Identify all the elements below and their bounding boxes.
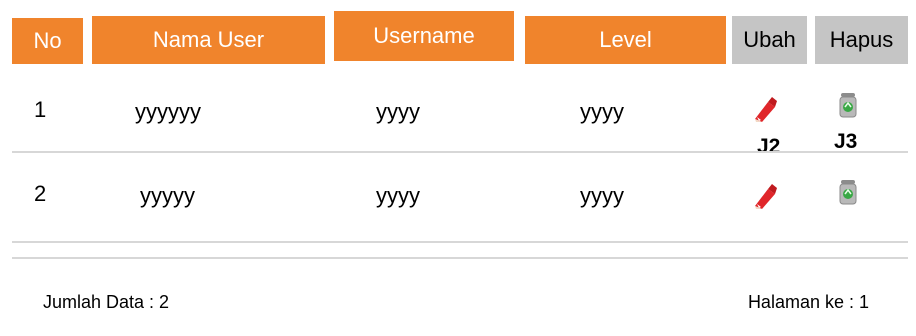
edit-label: J2 [757, 135, 781, 158]
row-divider [12, 151, 908, 153]
edit-icon[interactable] [752, 95, 778, 123]
row-username: yyyy [376, 99, 420, 124]
row-level: yyyy [580, 99, 624, 124]
header-ubah: Ubah [732, 16, 807, 64]
row-nama-user: yyyyy [140, 183, 195, 208]
delete-icon[interactable] [835, 178, 861, 206]
header-username: Username [334, 11, 514, 61]
delete-icon[interactable] [835, 91, 861, 119]
row-no: 1 [34, 97, 47, 122]
header-nama-user: Nama User [92, 16, 325, 64]
header-no: No [12, 18, 83, 64]
row-nama-user: yyyyyy [135, 99, 201, 124]
page-indicator: Halaman ke : 1 [747, 292, 869, 312]
edit-icon[interactable] [752, 182, 778, 210]
row-level: yyyy [580, 183, 624, 208]
row-no: 2 [34, 181, 47, 206]
table-bottom-rule [12, 257, 908, 259]
row-divider [12, 241, 908, 243]
total-count: Jumlah Data : 2 [43, 292, 170, 312]
row-username: yyyy [376, 183, 420, 208]
header-level: Level [525, 16, 726, 64]
header-hapus: Hapus [815, 16, 908, 64]
